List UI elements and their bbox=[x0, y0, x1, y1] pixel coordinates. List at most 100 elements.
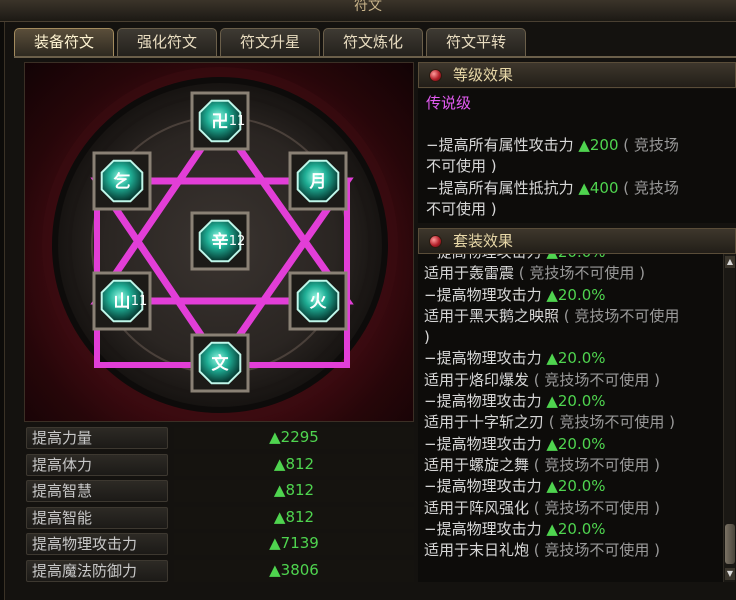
effect-line: 适用于阵风强化 ( 竞技场不可使用 ) bbox=[424, 498, 722, 519]
effects-panel: 等级效果 传说级 −提高所有属性攻击力 ▲200 ( 竞技场 不可使用 ) −提高所… bbox=[418, 62, 736, 582]
effect-value: ▲20.0% bbox=[546, 285, 606, 304]
effect-note: ( 竞技场不可使用 ) bbox=[533, 455, 661, 474]
tab-divider bbox=[14, 56, 736, 58]
effect-value: ▲400 bbox=[578, 178, 619, 197]
effect-text: −提高物理攻击力 bbox=[424, 285, 547, 304]
stats-list: 提高力量 ▲2295 提高体力 ▲812 提高智慧 ▲812 提高智能 ▲812… bbox=[24, 425, 414, 584]
effect-text: −提高物理攻击力 bbox=[424, 254, 546, 261]
tab-enhance-rune[interactable]: 强化符文 bbox=[117, 28, 217, 56]
effect-text: 适用于轰雷震 bbox=[424, 264, 519, 283]
set-effect-lines: −提高物理攻击力 ▲20.0%适用于轰雷震 ( 竞技场不可使用 ) −提高物理攻… bbox=[424, 254, 722, 561]
scroll-down-icon[interactable]: ▼ bbox=[725, 568, 735, 580]
tab-equip-rune[interactable]: 装备符文 bbox=[14, 28, 114, 56]
tab-rune-transfer[interactable]: 符文平转 bbox=[426, 28, 526, 56]
effect-note: ( 竞技场不可使用 ) bbox=[533, 370, 661, 389]
scroll-up-icon[interactable]: ▲ bbox=[725, 256, 735, 268]
effect-line: 适用于黑天鹅之映照 ( 竞技场不可使用 bbox=[424, 306, 722, 327]
rune-slot-lower-left[interactable]: 山 11 bbox=[92, 271, 152, 331]
stat-value: ▲2295 bbox=[174, 427, 414, 449]
effect-line: −提高物理攻击力 ▲20.0% bbox=[424, 391, 722, 412]
effect-line: 适用于烙印爆发 ( 竞技场不可使用 ) bbox=[424, 370, 722, 391]
window-title: 符文 bbox=[354, 0, 382, 14]
rune-level: 11 bbox=[229, 114, 246, 129]
effect-line: −提高物理攻击力 ▲20.0% bbox=[424, 285, 722, 306]
rune-glyph: 卍 bbox=[212, 112, 229, 132]
effect-value: ▲20.0% bbox=[546, 254, 605, 261]
effect-line: ) bbox=[424, 327, 722, 348]
effect-text: 适用于十字斩之刃 bbox=[424, 413, 549, 432]
stat-value: ▲3806 bbox=[174, 559, 414, 582]
rune-glyph: 山 bbox=[114, 292, 131, 312]
effect-line: −提高所有属性抵抗力 ▲400 ( 竞技场 bbox=[426, 178, 728, 199]
set-effect-header: 套装效果 bbox=[418, 228, 736, 254]
scroll-thumb[interactable] bbox=[725, 524, 735, 564]
effect-line: −提高物理攻击力 ▲20.0% bbox=[424, 254, 722, 263]
level-effect-header: 等级效果 bbox=[418, 62, 736, 88]
red-gem-icon bbox=[429, 69, 442, 82]
set-effect-title: 套装效果 bbox=[453, 232, 514, 250]
effect-text: −提高物理攻击力 bbox=[424, 477, 547, 496]
tab-bar: 装备符文 强化符文 符文升星 符文炼化 符文平转 bbox=[14, 28, 526, 56]
level-effect-body: 传说级 −提高所有属性攻击力 ▲200 ( 竞技场 不可使用 ) −提高所有属性抵抗… bbox=[418, 89, 736, 223]
rune-slot-bottom[interactable]: 文 bbox=[190, 333, 250, 393]
effect-value: ▲20.0% bbox=[546, 519, 606, 538]
effect-value: ▲20.0% bbox=[546, 477, 606, 496]
effect-note: ( 竞技场不可使用 ) bbox=[533, 541, 661, 560]
effect-note: ( 竞技场不可使用 ) bbox=[548, 413, 676, 432]
grade-label: 传说级 bbox=[426, 94, 472, 112]
stat-row: 提高物理攻击力 ▲7139 bbox=[24, 531, 414, 557]
effect-text: 适用于黑天鹅之映照 bbox=[424, 306, 564, 325]
rune-level: 12 bbox=[229, 234, 246, 249]
effect-value: ▲20.0% bbox=[546, 434, 606, 453]
effect-text: 不可使用 ) bbox=[426, 157, 497, 176]
effect-value: ▲20.0% bbox=[546, 349, 606, 368]
rune-glyph: 月 bbox=[309, 172, 327, 192]
effect-value: ▲20.0% bbox=[546, 392, 606, 411]
stat-value: ▲812 bbox=[174, 480, 414, 502]
rune-slot-center[interactable]: 辛 12 bbox=[190, 211, 250, 271]
effect-text: −提高物理攻击力 bbox=[424, 519, 547, 538]
rune-slot-lower-right[interactable]: 火 bbox=[288, 271, 348, 331]
rune-circle-panel: 卍 11 乞月辛 12 山 11 火文 bbox=[24, 62, 414, 422]
rune-slot-upper-left[interactable]: 乞 bbox=[92, 151, 152, 211]
stat-row: 提高智慧 ▲812 bbox=[24, 478, 414, 504]
rune-slot-top[interactable]: 卍 11 bbox=[190, 91, 250, 151]
effect-text: 不可使用 ) bbox=[426, 199, 497, 218]
effect-note: ( 竞技场不可使用 ) bbox=[533, 498, 661, 517]
stat-value: ▲812 bbox=[174, 506, 414, 529]
effect-text: 适用于螺旋之舞 bbox=[424, 455, 534, 474]
effect-value: ▲200 bbox=[578, 136, 619, 154]
level-effect-lines: −提高所有属性攻击力 ▲200 ( 竞技场 不可使用 ) −提高所有属性抵抗力 ▲4… bbox=[426, 135, 728, 220]
effect-line: 适用于十字斩之刃 ( 竞技场不可使用 ) bbox=[424, 412, 722, 433]
effect-line: −提高所有属性攻击力 ▲200 ( 竞技场 bbox=[426, 135, 728, 156]
effect-text: 适用于末日礼炮 bbox=[424, 541, 534, 560]
effect-note: ( 竞技场不可使用 bbox=[563, 306, 680, 325]
stat-value: ▲7139 bbox=[174, 533, 414, 555]
rune-slot-upper-right[interactable]: 月 bbox=[288, 151, 348, 211]
tab-rune-star-up[interactable]: 符文升星 bbox=[220, 28, 320, 56]
stat-value: ▲812 bbox=[174, 453, 414, 476]
effect-note: ( 竞技场 bbox=[618, 136, 679, 154]
effect-line: −提高物理攻击力 ▲20.0% bbox=[424, 476, 722, 497]
red-gem-icon bbox=[429, 235, 442, 248]
rune-glyph: 火 bbox=[310, 292, 328, 312]
effect-note: ( 竞技场不可使用 ) bbox=[518, 264, 646, 283]
set-effect-scrollbar[interactable]: ▲ ▼ bbox=[723, 254, 735, 582]
effect-line: −提高物理攻击力 ▲20.0% bbox=[424, 348, 722, 369]
effect-text: −提高物理攻击力 bbox=[424, 392, 547, 411]
effect-text: 适用于烙印爆发 bbox=[424, 370, 534, 389]
set-effect-body: −提高物理攻击力 ▲20.0%适用于轰雷震 ( 竞技场不可使用 ) −提高物理攻… bbox=[418, 254, 723, 582]
stat-label: 提高体力 bbox=[26, 453, 168, 476]
tab-rune-refine[interactable]: 符文炼化 bbox=[323, 28, 423, 56]
effect-line: 不可使用 ) bbox=[426, 156, 728, 177]
effect-text: 适用于阵风强化 bbox=[424, 498, 534, 517]
stat-label: 提高智能 bbox=[26, 506, 168, 529]
effect-text: −提高物理攻击力 bbox=[424, 434, 547, 453]
effect-text: −提高所有属性攻击力 bbox=[426, 136, 579, 154]
effect-line: −提高物理攻击力 ▲20.0% bbox=[424, 434, 722, 455]
rune-level: 11 bbox=[131, 294, 148, 309]
stat-label: 提高力量 bbox=[26, 427, 168, 449]
stat-label: 提高物理攻击力 bbox=[26, 533, 168, 555]
effect-line: 不可使用 ) bbox=[426, 199, 728, 220]
effect-text: −提高所有属性抵抗力 bbox=[426, 178, 579, 197]
